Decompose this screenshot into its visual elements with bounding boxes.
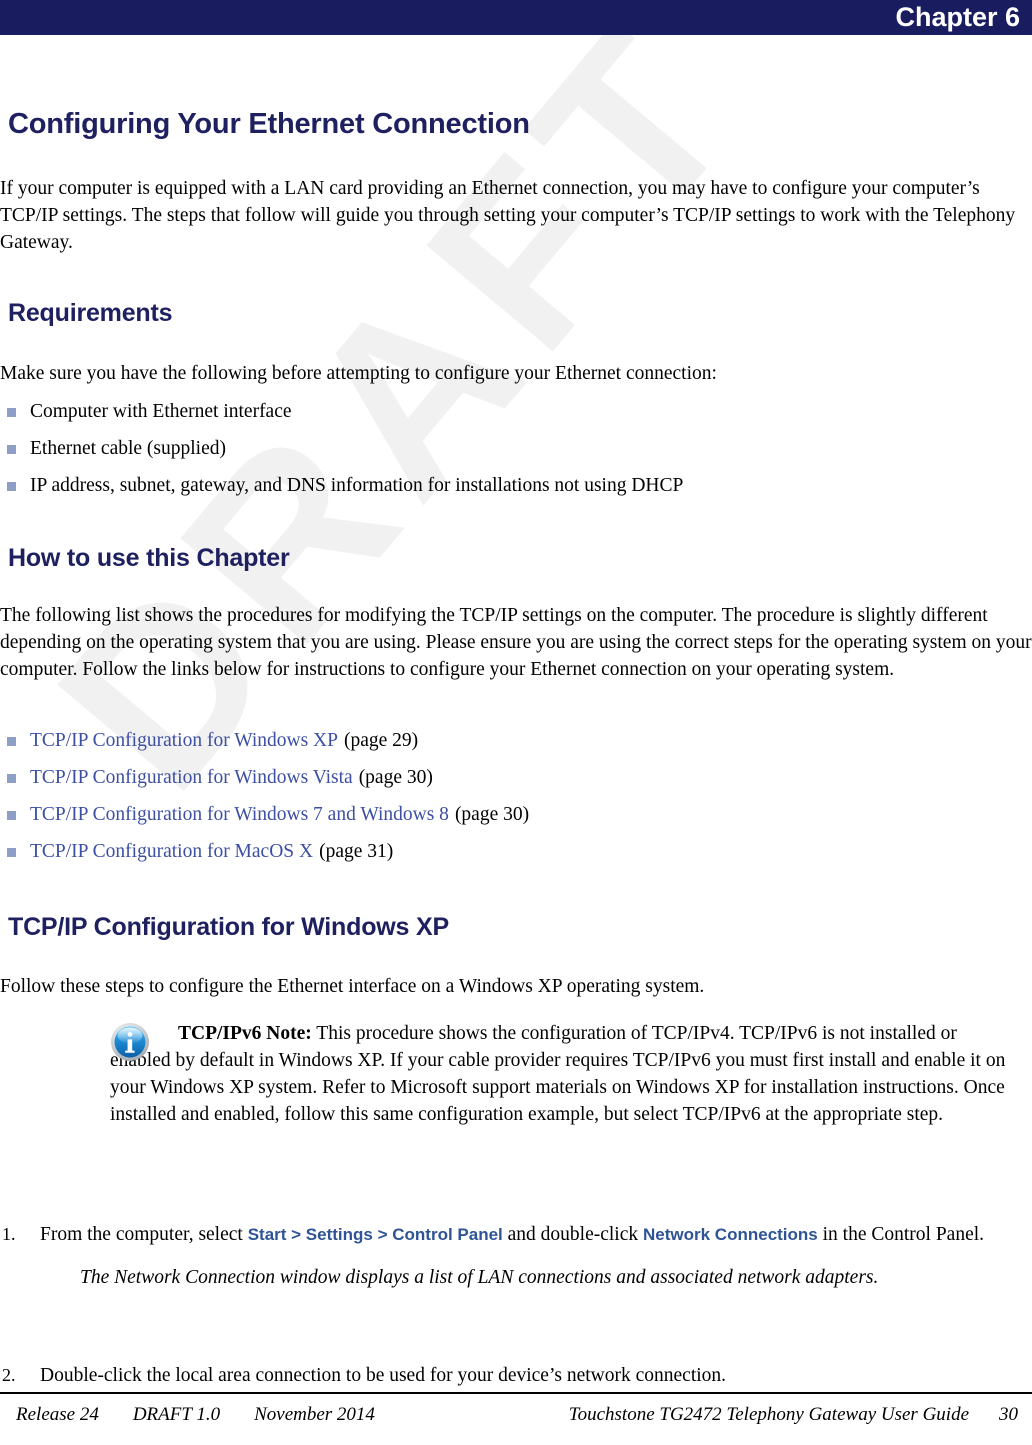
step-text-middle: and double-click bbox=[502, 1224, 644, 1245]
step-text-before: From the computer, select bbox=[40, 1224, 248, 1245]
list-item-label: Computer with Ethernet interface bbox=[30, 401, 292, 422]
ui-item-network-connections[interactable]: Network Connections bbox=[643, 1225, 818, 1244]
winxp-intro-paragraph: Follow these steps to configure the Ethe… bbox=[0, 976, 705, 997]
link-tcpip-windows-xp[interactable]: TCP/IP Configuration for Windows XP bbox=[30, 730, 338, 751]
step-number: 1. bbox=[2, 1224, 16, 1244]
document-page: Chapter 6 Configuring Your Ethernet Conn… bbox=[0, 0, 1032, 1445]
footer-draft-version: DRAFT 1.0 bbox=[132, 1404, 221, 1425]
info-icon bbox=[111, 1023, 149, 1061]
list-item-label: IP address, subnet, gateway, and DNS inf… bbox=[30, 475, 684, 496]
tcpipv6-note-block: TCP/IPv6 Note: This procedure shows the … bbox=[110, 1020, 1014, 1128]
page-reference: (page 30) bbox=[358, 767, 433, 788]
how-to-use-paragraph: The following list shows the procedures … bbox=[0, 605, 1032, 680]
footer-guide-title: Touchstone TG2472 Telephony Gateway User… bbox=[568, 1404, 969, 1425]
procedure-steps: 1. From the computer, select Start > Set… bbox=[0, 1221, 1032, 1291]
footer-date: November 2014 bbox=[254, 1404, 375, 1425]
step-text-after: in the Control Panel. bbox=[817, 1224, 985, 1245]
list-item: TCP/IP Configuration for Windows XP (page… bbox=[0, 727, 1032, 754]
footer-right: Touchstone TG2472 Telephony Gateway User… bbox=[569, 1404, 1018, 1426]
requirements-heading: Requirements bbox=[8, 299, 173, 327]
winxp-config-heading: TCP/IP Configuration for Windows XP bbox=[8, 913, 449, 941]
ui-path-control-panel[interactable]: Start > Settings > Control Panel bbox=[248, 1225, 503, 1244]
intro-paragraph: If your computer is equipped with a LAN … bbox=[0, 178, 1016, 253]
list-item: Ethernet cable (supplied) bbox=[0, 435, 1032, 462]
step-2: 2. Double-click the local area connectio… bbox=[0, 1362, 1032, 1389]
link-tcpip-macos-x[interactable]: TCP/IP Configuration for MacOS X bbox=[30, 841, 313, 862]
square-bullet-icon bbox=[7, 774, 16, 783]
procedure-steps-continued: 2. Double-click the local area connectio… bbox=[0, 1362, 1032, 1389]
list-item: TCP/IP Configuration for Windows 7 and W… bbox=[0, 801, 1032, 828]
list-item: TCP/IP Configuration for MacOS X (page 31… bbox=[0, 838, 1032, 865]
list-item: TCP/IP Configuration for Windows Vista (p… bbox=[0, 764, 1032, 791]
link-tcpip-windows-7-and-8[interactable]: TCP/IP Configuration for Windows 7 and W… bbox=[30, 804, 449, 825]
chapter-label: Chapter 6 bbox=[895, 2, 1020, 32]
requirements-lead-in: Make sure you have the following before … bbox=[0, 363, 717, 384]
note-paragraph: TCP/IPv6 Note: This procedure shows the … bbox=[110, 1020, 1014, 1128]
square-bullet-icon bbox=[7, 482, 16, 491]
chapter-header-bar: Chapter 6 bbox=[0, 0, 1032, 35]
page-title: Configuring Your Ethernet Connection bbox=[8, 108, 530, 140]
square-bullet-icon bbox=[7, 811, 16, 820]
list-item-label: Ethernet cable (supplied) bbox=[30, 438, 226, 459]
chapter-links-list: TCP/IP Configuration for Windows XP (page… bbox=[0, 727, 1032, 865]
page-reference: (page 29) bbox=[343, 730, 419, 751]
square-bullet-icon bbox=[7, 445, 16, 454]
step-1: 1. From the computer, select Start > Set… bbox=[0, 1221, 1032, 1291]
square-bullet-icon bbox=[7, 408, 16, 417]
list-item: IP address, subnet, gateway, and DNS inf… bbox=[0, 472, 1032, 499]
requirements-list: Computer with Ethernet interface Etherne… bbox=[0, 398, 1032, 499]
page-reference: (page 31) bbox=[319, 841, 394, 862]
page-reference: (page 30) bbox=[454, 804, 530, 825]
link-tcpip-windows-vista[interactable]: TCP/IP Configuration for Windows Vista bbox=[30, 767, 353, 788]
page-footer: Release 24 DRAFT 1.0 November 2014 Touchst… bbox=[0, 1398, 1032, 1438]
step-text: Double-click the local area connection t… bbox=[40, 1365, 727, 1386]
note-lead-label: TCP/IPv6 Note: bbox=[178, 1023, 312, 1044]
square-bullet-icon bbox=[7, 848, 16, 857]
step-1-result: The Network Connection window displays a… bbox=[80, 1267, 879, 1288]
how-to-use-heading: How to use this Chapter bbox=[8, 544, 290, 572]
list-item: Computer with Ethernet interface bbox=[0, 398, 1032, 425]
footer-left: Release 24 DRAFT 1.0 November 2014 bbox=[16, 1404, 409, 1426]
footer-divider bbox=[0, 1392, 1032, 1394]
footer-page-number: 30 bbox=[999, 1404, 1018, 1425]
footer-release: Release 24 bbox=[16, 1404, 99, 1425]
square-bullet-icon bbox=[7, 737, 16, 746]
step-number: 2. bbox=[2, 1365, 16, 1385]
